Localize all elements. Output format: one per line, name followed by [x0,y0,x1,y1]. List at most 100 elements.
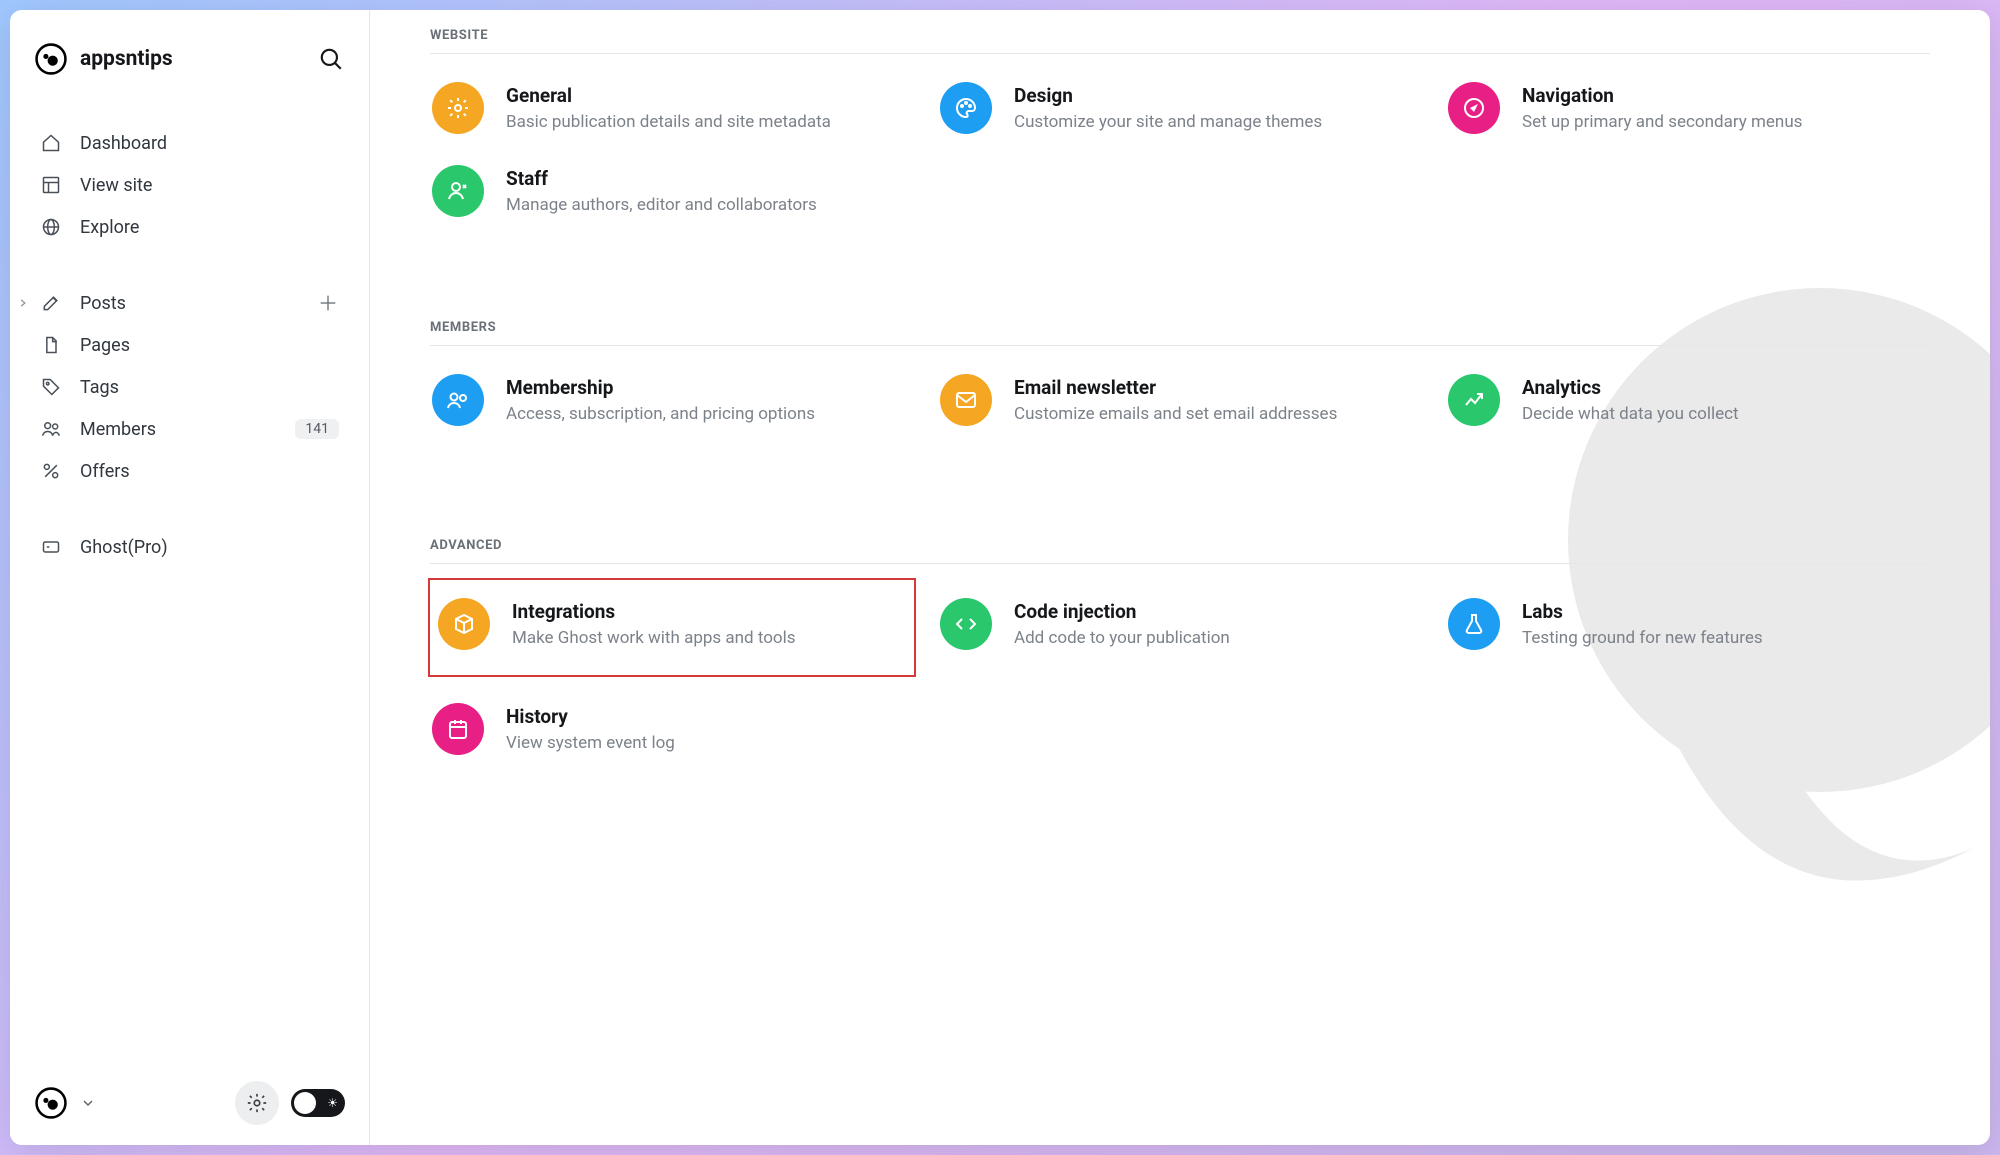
card-icon [40,536,62,558]
sidebar-item-label: View site [80,175,152,196]
code-icon [940,598,992,650]
sidebar-item-dashboard[interactable]: Dashboard [34,122,345,164]
sidebar-item-tags[interactable]: Tags [34,366,345,408]
card-title: Labs [1522,600,1763,623]
gear-icon [246,1092,268,1114]
sidebar-item-label: Posts [80,293,126,314]
sidebar-item-label: Pages [80,335,130,356]
home-icon [40,132,62,154]
chart-icon [1448,374,1500,426]
chevron-down-icon [80,1095,96,1111]
card-title: Email newsletter [1014,376,1337,399]
cards-website: General Basic publication details and si… [430,80,1930,220]
user-avatar-icon[interactable] [34,1086,68,1120]
card-desc: View system event log [506,732,675,756]
card-desc: Testing ground for new features [1522,627,1763,651]
palette-icon [940,82,992,134]
card-title: Navigation [1522,84,1802,107]
brand-row: appsntips [34,42,345,76]
card-desc: Add code to your publication [1014,627,1230,651]
card-design[interactable]: Design Customize your site and manage th… [938,80,1422,137]
search-button[interactable] [317,45,345,73]
staff-icon [432,165,484,217]
box-icon [438,598,490,650]
section-heading-advanced: ADVANCED [430,538,1930,564]
sidebar-item-label: Offers [80,461,130,482]
nav-arrow-icon [1448,82,1500,134]
theme-toggle[interactable]: ☀ [291,1089,345,1117]
toggle-knob [294,1092,316,1114]
card-code-injection[interactable]: Code injection Add code to your publicat… [938,580,1422,675]
card-title: Design [1014,84,1322,107]
card-title: History [506,705,675,728]
card-title: Analytics [1522,376,1739,399]
card-desc: Basic publication details and site metad… [506,111,831,135]
card-integrations[interactable]: Integrations Make Ghost work with apps a… [430,580,914,675]
user-menu-button[interactable] [80,1095,96,1111]
chevron-right-icon [18,298,28,308]
sidebar-item-label: Dashboard [80,133,167,154]
card-desc: Manage authors, editor and collaborators [506,194,817,218]
sidebar-item-label: Tags [80,377,119,398]
card-email-newsletter[interactable]: Email newsletter Customize emails and se… [938,372,1422,429]
brand[interactable]: appsntips [34,42,173,76]
edit-icon [40,292,62,314]
card-desc: Make Ghost work with apps and tools [512,627,796,651]
card-desc: Customize emails and set email addresses [1014,403,1337,427]
sidebar-item-posts[interactable]: Posts [34,282,345,324]
sun-icon: ☀ [327,1096,338,1110]
app-window: appsntips Dashboard View site [10,10,1990,1145]
card-staff[interactable]: Staff Manage authors, editor and collabo… [430,163,914,220]
card-desc: Set up primary and secondary menus [1522,111,1802,135]
sidebar-item-label: Members [80,419,156,440]
layout-icon [40,174,62,196]
card-general[interactable]: General Basic publication details and si… [430,80,914,137]
card-title: General [506,84,831,107]
card-navigation[interactable]: Navigation Set up primary and secondary … [1446,80,1930,137]
card-title: Code injection [1014,600,1230,623]
history-icon [432,703,484,755]
nav-group-ghostpro: Ghost(Pro) [34,526,345,568]
sidebar-item-offers[interactable]: Offers [34,450,345,492]
tag-icon [40,376,62,398]
mail-icon [940,374,992,426]
nav-group-content: Posts Pages Tags M [34,282,345,492]
sidebar-footer: ☀ [34,1081,345,1125]
card-desc: Access, subscription, and pricing option… [506,403,815,427]
card-history[interactable]: History View system event log [430,701,914,758]
card-analytics[interactable]: Analytics Decide what data you collect [1446,372,1930,429]
sidebar-item-label: Explore [80,217,139,238]
card-title: Membership [506,376,815,399]
main-content: WEBSITE General Basic publication detail… [370,10,1990,1145]
cards-advanced: Integrations Make Ghost work with apps a… [430,580,1930,758]
sidebar: appsntips Dashboard View site [10,10,370,1145]
sidebar-item-pages[interactable]: Pages [34,324,345,366]
brand-logo-icon [34,42,68,76]
card-labs[interactable]: Labs Testing ground for new features [1446,580,1930,675]
sidebar-item-label: Ghost(Pro) [80,537,168,558]
sidebar-item-viewsite[interactable]: View site [34,164,345,206]
page-icon [40,334,62,356]
card-desc: Customize your site and manage themes [1014,111,1322,135]
plus-icon [317,292,339,314]
flask-icon [1448,598,1500,650]
members-icon [40,418,62,440]
brand-name: appsntips [80,47,173,71]
card-desc: Decide what data you collect [1522,403,1739,427]
search-icon [318,46,344,72]
settings-button[interactable] [235,1081,279,1125]
card-membership[interactable]: Membership Access, subscription, and pri… [430,372,914,429]
nav-group-primary: Dashboard View site Explore [34,122,345,248]
sidebar-item-explore[interactable]: Explore [34,206,345,248]
card-title: Integrations [512,600,796,623]
gear-icon [432,82,484,134]
sidebar-item-ghostpro[interactable]: Ghost(Pro) [34,526,345,568]
members-count-badge: 141 [295,419,339,439]
globe-icon [40,216,62,238]
section-heading-website: WEBSITE [430,28,1930,54]
cards-members: Membership Access, subscription, and pri… [430,372,1930,429]
members-icon [432,374,484,426]
sidebar-item-members[interactable]: Members 141 [34,408,345,450]
section-heading-members: MEMBERS [430,320,1930,346]
new-post-button[interactable] [317,292,339,314]
